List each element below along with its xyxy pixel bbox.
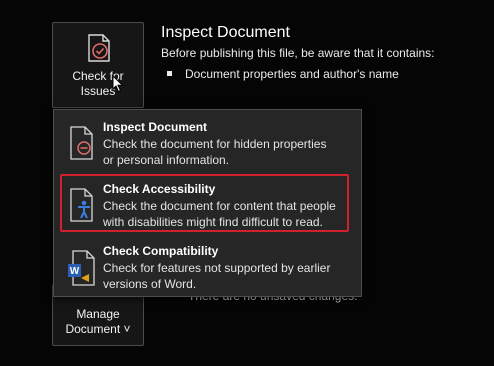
menu-item-desc-line2: with disabilities might find difficult t… (103, 215, 323, 229)
accessibility-icon (67, 188, 97, 227)
menu-item-desc-line1: Check the document for content that peop… (103, 199, 336, 213)
bullet-text: Document properties and author's name (185, 67, 399, 81)
menu-item-title: Check Accessibility (103, 182, 216, 196)
menu-item-desc-line1: Check the document for hidden properties (103, 137, 327, 151)
check-tile-label-line2: Issues (80, 84, 116, 98)
mouse-cursor-icon (112, 74, 124, 98)
inspect-heading: Inspect Document (161, 24, 290, 41)
inspect-bullet: Document properties and author's name (167, 67, 399, 81)
check-tile-label-line1: Check for (72, 69, 124, 83)
menu-item-title: Inspect Document (103, 120, 208, 134)
inspect-document-icon (67, 126, 97, 165)
menu-item-check-accessibility[interactable]: Check Accessibility Check the document f… (54, 174, 361, 234)
compatibility-icon: W (67, 250, 99, 293)
bullet-icon (167, 71, 172, 76)
manage-tile-label-line2: Document ˅ (65, 322, 131, 336)
menu-item-inspect-document[interactable]: Inspect Document Check the document for … (54, 112, 361, 172)
menu-item-desc-line2: or personal information. (103, 153, 230, 167)
checklist-icon (81, 33, 115, 67)
menu-item-title: Check Compatibility (103, 244, 219, 258)
check-for-issues-menu: Inspect Document Check the document for … (53, 109, 362, 297)
inspect-subtext: Before publishing this file, be aware th… (161, 46, 435, 60)
menu-item-check-compatibility[interactable]: W Check Compatibility Check for features… (54, 236, 361, 296)
check-for-issues-button[interactable]: Check for Issues (52, 22, 144, 108)
menu-item-desc-line2: versions of Word. (103, 277, 197, 291)
svg-text:W: W (70, 266, 80, 277)
manage-tile-label-line1: Manage (76, 307, 120, 321)
menu-item-desc-line1: Check for features not supported by earl… (103, 261, 331, 275)
